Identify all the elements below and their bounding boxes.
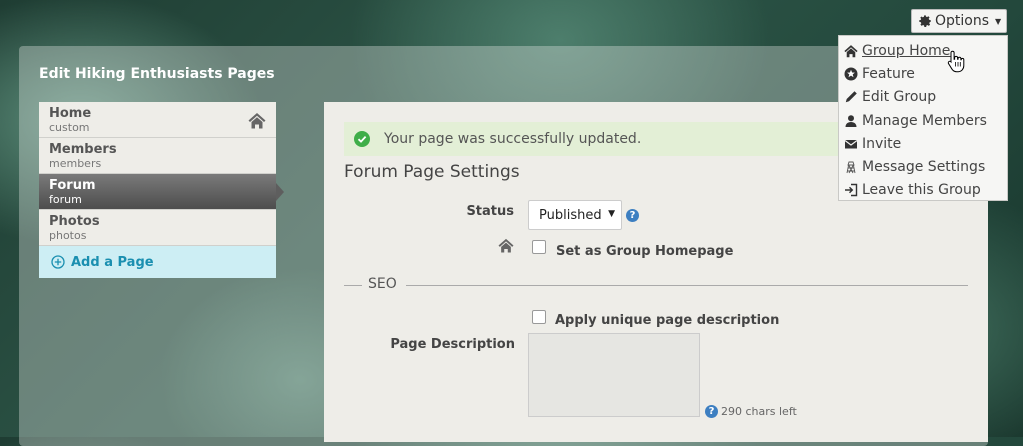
sidebar-item-label: Photos	[49, 214, 100, 229]
menu-item-group-home[interactable]: Group Home	[839, 39, 1007, 62]
hand-cursor-icon	[947, 50, 965, 73]
home-icon	[498, 238, 514, 253]
menu-item-label: Group Home	[862, 42, 951, 59]
menu-item-invite[interactable]: Invite	[839, 132, 1007, 155]
homepage-checkbox-label: Set as Group Homepage	[556, 244, 734, 259]
sidebar-item-forum[interactable]: Forum forum	[39, 174, 284, 210]
page-title: Forum Page Settings	[344, 162, 520, 182]
plus-circle-icon	[51, 255, 65, 269]
sidebar-item-sub: forum	[49, 193, 82, 206]
options-button[interactable]: Options ▼	[911, 9, 1007, 33]
sidebar-item-label: Members	[49, 142, 117, 157]
options-menu: Group Home Feature Edit Group Manage Mem…	[838, 35, 1008, 201]
sidebar-item-label: Forum	[49, 178, 96, 193]
tower-icon	[846, 161, 856, 174]
sidebar-item-label: Home	[49, 106, 92, 121]
sidebar-item-sub: members	[49, 157, 102, 170]
sign-out-icon	[845, 184, 858, 197]
status-select[interactable]: Published ▼	[528, 200, 622, 230]
panel-title: Edit Hiking Enthusiasts Pages	[39, 66, 275, 82]
divider	[344, 285, 362, 286]
add-page-button[interactable]: Add a Page	[39, 246, 276, 278]
sidebar-item-photos[interactable]: Photos photos	[39, 210, 276, 246]
check-circle-icon	[354, 131, 370, 147]
homepage-checkbox[interactable]	[532, 240, 546, 254]
menu-item-label: Invite	[862, 135, 902, 152]
unique-description-checkbox[interactable]	[532, 310, 546, 324]
gear-icon	[919, 15, 931, 27]
star-icon	[844, 67, 858, 81]
menu-item-leave-group[interactable]: Leave this Group	[839, 179, 1007, 202]
menu-item-feature[interactable]: Feature	[839, 62, 1007, 85]
page-description-label: Page Description	[390, 337, 515, 352]
menu-item-label: Feature	[862, 65, 915, 82]
help-icon[interactable]: ?	[626, 209, 639, 222]
menu-item-label: Message Settings	[862, 159, 986, 176]
home-icon	[248, 113, 266, 129]
envelope-icon	[844, 139, 858, 149]
chars-left: ? 290 chars left	[705, 405, 797, 418]
menu-item-edit-group[interactable]: Edit Group	[839, 86, 1007, 109]
status-value: Published	[539, 207, 602, 223]
status-label: Status	[466, 204, 514, 219]
menu-item-label: Manage Members	[862, 112, 987, 129]
pages-sidebar: Home custom Members members Forum forum …	[39, 102, 284, 278]
menu-item-manage-members[interactable]: Manage Members	[839, 109, 1007, 132]
chevron-down-icon: ▼	[608, 209, 615, 219]
sidebar-item-home[interactable]: Home custom	[39, 102, 276, 138]
unique-description-label: Apply unique page description	[555, 313, 780, 328]
options-label: Options	[935, 13, 990, 29]
sidebar-item-sub: photos	[49, 229, 87, 242]
sidebar-item-sub: custom	[49, 121, 90, 134]
menu-item-label: Leave this Group	[862, 182, 981, 199]
menu-item-label: Edit Group	[862, 89, 937, 106]
alert-text: Your page was successfully updated.	[384, 131, 642, 147]
user-icon	[845, 114, 857, 127]
chevron-down-icon: ▼	[995, 16, 1002, 26]
menu-item-message-settings[interactable]: Message Settings	[839, 155, 1007, 178]
divider	[406, 285, 968, 286]
add-page-label: Add a Page	[71, 254, 154, 270]
chars-left-text: 290 chars left	[721, 405, 797, 418]
page-description-textarea[interactable]	[528, 333, 700, 417]
seo-heading: SEO	[368, 276, 397, 292]
sidebar-item-members[interactable]: Members members	[39, 138, 276, 174]
home-icon	[844, 44, 858, 57]
help-icon[interactable]: ?	[705, 405, 718, 418]
pencil-icon	[845, 91, 857, 103]
